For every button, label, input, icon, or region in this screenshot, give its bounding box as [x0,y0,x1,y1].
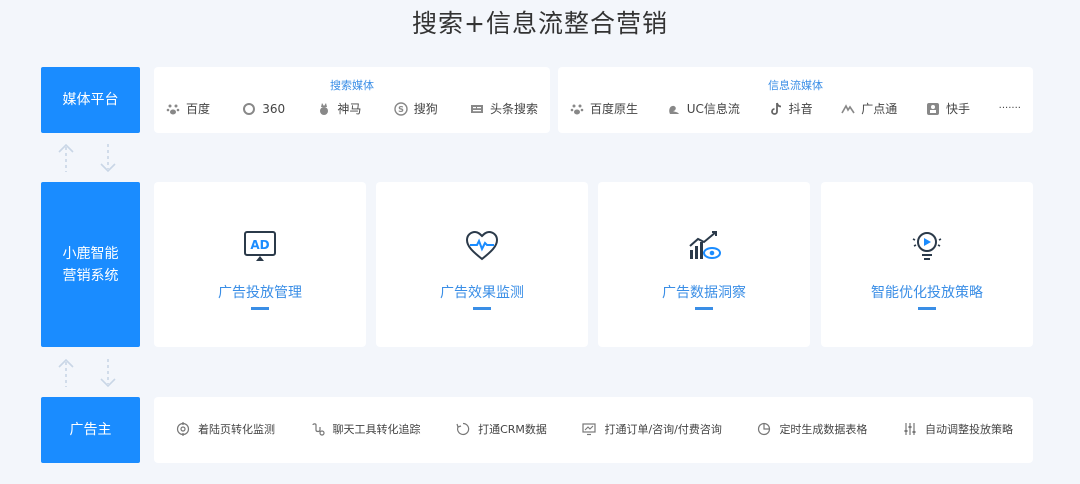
advertiser-text: 广告主 [69,422,112,438]
underline-bar [473,307,491,310]
underline-bar [251,307,269,310]
svg-text:S: S [398,105,404,114]
ad-screen-icon: AD [244,231,276,261]
heart-pulse-icon [465,230,499,261]
system-card-label: 广告投放管理 [218,285,302,301]
system-card-data-insight[interactable]: 广告数据洞察 [598,182,810,347]
feed-media-heading: 信息流媒体 [768,79,823,92]
cycle-icon [456,422,470,436]
horse-icon [320,102,329,115]
advertiser-label: 广告主 [41,397,140,463]
down-arrow-icon [100,359,116,388]
adv-item-orders[interactable]: 打通订单/咨询/付费咨询 [582,421,722,437]
media-item-toutiao[interactable]: 头条搜索 [470,100,538,117]
media-item-guangdiantong[interactable]: 广点通 [841,100,897,117]
underline-bar [918,307,936,310]
down-arrow-icon [100,144,116,173]
squirrel-icon [668,105,679,114]
adv-item-landing-monitor[interactable]: 着陆页转化监测 [176,421,275,437]
media-item-kuaishou[interactable]: 快手 [926,100,970,117]
adv-item-scheduled-reports[interactable]: 定时生成数据表格 [757,421,867,437]
media-item-baidu-native[interactable]: 百度原生 [570,100,638,117]
marketing-system-text-2: 营销系统 [62,267,119,284]
paw-icon [166,104,180,114]
up-arrow-icon [58,358,74,387]
chart-eye-icon [689,231,721,259]
media-item-shenma[interactable]: 神马 [317,100,361,117]
marketing-system-label: 小鹿智能 营销系统 [41,182,140,347]
system-card-ad-management[interactable]: AD 广告投放管理 [154,182,366,347]
search-media-heading: 搜索媒体 [330,79,374,92]
marketing-system-text-1: 小鹿智能 [62,245,119,262]
chat-icon [311,423,325,436]
system-card-smart-optimize[interactable]: 智能优化投放策略 [821,182,1033,347]
advertiser-card: 着陆页转化监测 聊天工具转化追踪 打通CRM数据 打通订单/咨询/付费咨询 定时… [154,397,1033,463]
kuaishou-icon [926,102,939,115]
system-card-label: 广告效果监测 [440,285,524,301]
adv-item-chat-tracking[interactable]: 聊天工具转化追踪 [311,421,421,437]
media-item-more: ······· [998,103,1021,114]
svg-text:AD: AD [250,238,269,252]
system-card-effect-monitor[interactable]: 广告效果监测 [376,182,588,347]
bulb-play-icon [912,232,942,260]
media-item-uc[interactable]: UC信息流 [667,100,740,117]
monitor-icon [582,423,597,436]
media-item-360[interactable]: 360 [242,102,285,116]
system-card-label: 智能优化投放策略 [871,285,983,301]
target-icon [176,422,190,436]
media-platform-text: 媒体平台 [62,92,119,108]
up-arrow-icon [58,143,74,172]
system-card-label: 广告数据洞察 [662,285,746,301]
paw-icon [570,104,584,114]
toutiao-icon [470,104,483,113]
page-title: 搜索+信息流整合营销 [412,9,668,38]
ring-icon [243,102,256,115]
media-item-douyin[interactable]: 抖音 [769,100,813,117]
feed-media-card: 信息流媒体 百度原生 UC信息流 抖音 广点通 快手 ······· [558,67,1033,133]
sogou-icon: S [393,101,408,116]
media-platform-label: 媒体平台 [41,67,140,133]
pie-icon [758,422,771,436]
media-item-sogou[interactable]: S 搜狗 [393,100,438,117]
gdt-icon [841,103,855,113]
underline-bar [695,307,713,310]
sliders-icon [904,423,916,435]
tiktok-icon [770,102,781,115]
adv-item-auto-adjust[interactable]: 自动调整投放策略 [903,421,1013,437]
search-media-card: 搜索媒体 百度 360 神马 S 搜狗 头条搜索 [154,67,550,133]
adv-item-crm[interactable]: 打通CRM数据 [456,421,547,437]
media-item-baidu[interactable]: 百度 [166,100,210,117]
